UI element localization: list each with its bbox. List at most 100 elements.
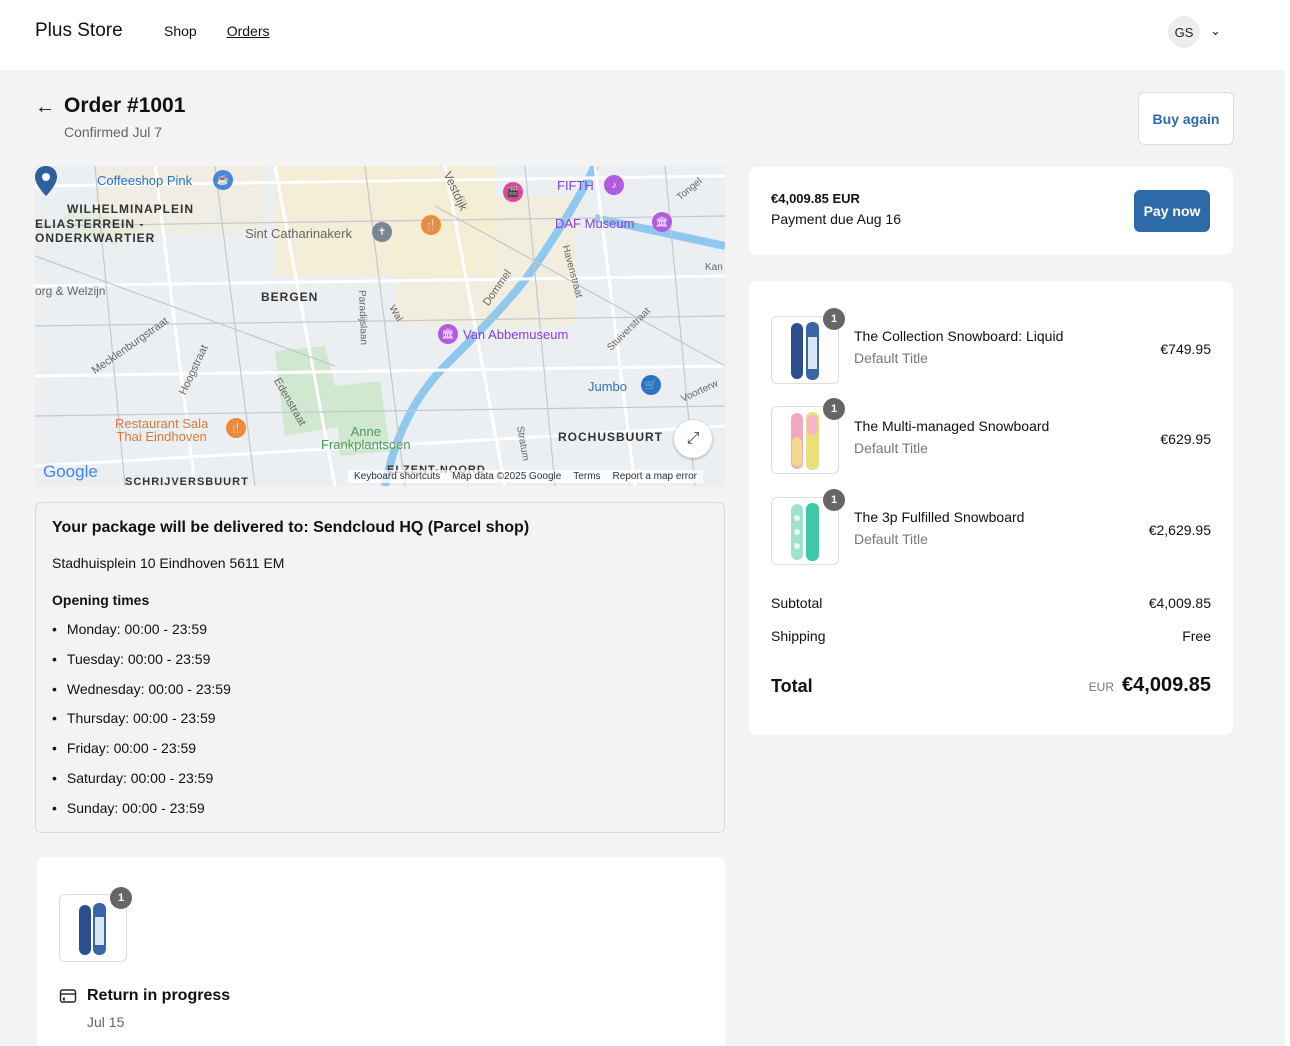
opening-hours-list: Monday: 00:00 - 23:59 Tuesday: 00:00 - 2… [52, 621, 231, 830]
shipping-row: Shipping Free [771, 628, 1211, 644]
main-nav: Shop Orders [164, 23, 270, 39]
return-status-title: Return in progress [87, 987, 231, 1004]
terms-link[interactable]: Terms [573, 471, 600, 482]
keyboard-shortcuts-link[interactable]: Keyboard shortcuts [354, 471, 440, 482]
map-label-van-abbemuseum: Van Abbemuseum [463, 327, 569, 342]
opening-hours-item: Monday: 00:00 - 23:59 [52, 621, 231, 651]
shopping-cart-poi-icon[interactable]: 🛒 [641, 375, 661, 395]
map-label-coffeeshop: Coffeeshop Pink [97, 173, 193, 188]
store-brand[interactable]: Plus Store [35, 20, 123, 42]
line-item: 1 The Multi-managed Snowboard Default Ti… [771, 398, 1211, 474]
chevron-down-icon[interactable]: ⌄ [1210, 23, 1221, 39]
shipping-label: Shipping [771, 628, 826, 644]
opening-hours-item: Thursday: 00:00 - 23:59 [52, 710, 231, 740]
opening-hours-item: Wednesday: 00:00 - 23:59 [52, 681, 231, 711]
avatar[interactable]: GS [1168, 16, 1200, 48]
return-status: Return in progress [59, 987, 230, 1005]
order-page: ← Order #1001 Confirmed Jul 7 Buy again [0, 70, 1285, 1046]
map-label-jumbo: Jumbo [588, 379, 628, 394]
order-summary-card: 1 The Collection Snowboard: Liquid Defau… [749, 281, 1233, 735]
product-price: €2,629.95 [1148, 522, 1211, 538]
product-price: €629.95 [1160, 431, 1211, 447]
map-label-org-welzijn: org & Welzijn [35, 284, 106, 298]
google-logo: Google [43, 462, 98, 481]
map-label-bergen: BERGEN [261, 290, 319, 304]
map-attribution: Keyboard shortcuts Map data ©2025 Google… [348, 470, 704, 483]
nav-orders[interactable]: Orders [227, 23, 270, 39]
nav-shop[interactable]: Shop [164, 23, 197, 39]
return-box-icon [59, 989, 77, 1003]
return-status-card: 1 Return in progress Jul 15 [37, 857, 725, 1046]
subtotal-value: €4,009.85 [1148, 595, 1211, 611]
pay-now-button[interactable]: Pay now [1134, 190, 1210, 232]
buy-again-button[interactable]: Buy again [1138, 92, 1234, 145]
coffee-poi-icon[interactable]: ☕ [213, 170, 233, 190]
product-variant: Default Title [854, 531, 928, 547]
quantity-badge: 1 [823, 489, 845, 511]
museum-poi-icon[interactable]: 🏛 [438, 324, 458, 344]
account-menu[interactable]: GS ⌄ [1168, 16, 1221, 48]
product-price: €749.95 [1160, 341, 1211, 357]
map-label-restaurant-line2: Thai Eindhoven [116, 429, 207, 444]
map-label-kan: Kan [705, 262, 723, 273]
payment-amount: €4,009.85 EUR [771, 191, 860, 206]
map-label-onderkwartier: ONDERKWARTIER [35, 231, 156, 245]
map-label-wilhelminaplein: WILHELMINAPLEIN [67, 202, 194, 216]
map-label-restaurant: Restaurant Sala Thai Eindhoven [115, 417, 208, 443]
map-label-rochusbuurt: ROCHUSBUURT [558, 430, 663, 444]
map-label-anne-frankplantsoen: Anne Frankplantsoen [321, 425, 411, 451]
museum-poi-icon[interactable]: 🏛 [652, 212, 672, 232]
report-map-error-link[interactable]: Report a map error [613, 471, 697, 482]
map-label-schrijversbuurt: SCHRIJVERSBUURT [125, 476, 249, 486]
product-name: The Multi-managed Snowboard [854, 418, 1050, 434]
total-amount: €4,009.85 [1122, 674, 1211, 696]
map-fullscreen-button[interactable]: ⤢ [674, 420, 712, 458]
return-date: Jul 15 [87, 1014, 125, 1030]
quantity-badge: 1 [823, 308, 845, 330]
restaurant-poi-icon[interactable]: 🍴 [421, 215, 441, 235]
line-item: 1 The 3p Fulfilled Snowboard Default Tit… [771, 489, 1211, 565]
payment-due-date: Payment due Aug 16 [771, 211, 901, 227]
church-poi-icon[interactable]: ✝ [372, 222, 392, 242]
delivery-info-card: Your package will be delivered to: Sendc… [35, 502, 725, 833]
map-label-eliasterrein: ELIASTERREIN - [35, 217, 145, 231]
return-quantity-badge: 1 [110, 887, 132, 909]
nightlife-poi-icon[interactable]: ♪ [604, 175, 624, 195]
opening-times-label: Opening times [52, 592, 150, 608]
map-label-daf-museum: DAF Museum [555, 216, 635, 231]
delivery-heading: Your package will be delivered to: Sendc… [52, 519, 530, 536]
product-variant: Default Title [854, 440, 928, 456]
delivery-map[interactable]: Coffeeshop Pink ☕ WILHELMINAPLEIN ELIAST… [35, 166, 725, 486]
subtotal-row: Subtotal €4,009.85 [771, 595, 1211, 611]
product-variant: Default Title [854, 350, 928, 366]
map-label-paradijslaan: Paradijslaan [356, 289, 369, 346]
opening-hours-item: Sunday: 00:00 - 23:59 [52, 800, 231, 830]
map-label-sint-catharinakerk: Sint Catharinakerk [245, 226, 352, 241]
line-item: 1 The Collection Snowboard: Liquid Defau… [771, 308, 1211, 384]
opening-hours-item: Saturday: 00:00 - 23:59 [52, 770, 231, 800]
page-edge [1285, 0, 1290, 1046]
page-title: Order #1001 [64, 94, 186, 117]
product-name: The 3p Fulfilled Snowboard [854, 509, 1025, 525]
order-confirmed-date: Confirmed Jul 7 [64, 124, 163, 140]
payment-due-card: €4,009.85 EUR Payment due Aug 16 Pay now [749, 167, 1233, 255]
total-value: EUR €4,009.85 [1089, 674, 1211, 697]
opening-hours-item: Tuesday: 00:00 - 23:59 [52, 651, 231, 681]
delivery-address: Stadhuisplein 10 Eindhoven 5611 EM [52, 555, 285, 571]
back-arrow-icon[interactable]: ← [35, 96, 55, 119]
opening-hours-item: Friday: 00:00 - 23:59 [52, 740, 231, 770]
expand-icon: ⤢ [686, 430, 700, 447]
product-name: The Collection Snowboard: Liquid [854, 328, 1064, 344]
top-header: Plus Store Shop Orders GS ⌄ [0, 0, 1290, 70]
map-label-fifth: FIFTH [557, 178, 594, 193]
quantity-badge: 1 [823, 398, 845, 420]
cinema-poi-icon[interactable]: 🎬 [503, 182, 523, 202]
map-label-frankplantsoen: Frankplantsoen [321, 437, 411, 452]
shipping-value: Free [1182, 628, 1211, 644]
subtotal-label: Subtotal [771, 595, 823, 611]
location-pin-icon[interactable] [35, 166, 57, 196]
total-label: Total [771, 676, 813, 696]
map-data-credit: Map data ©2025 Google [452, 471, 562, 482]
restaurant-poi-icon[interactable]: 🍴 [226, 418, 246, 438]
total-currency: EUR [1088, 680, 1115, 694]
